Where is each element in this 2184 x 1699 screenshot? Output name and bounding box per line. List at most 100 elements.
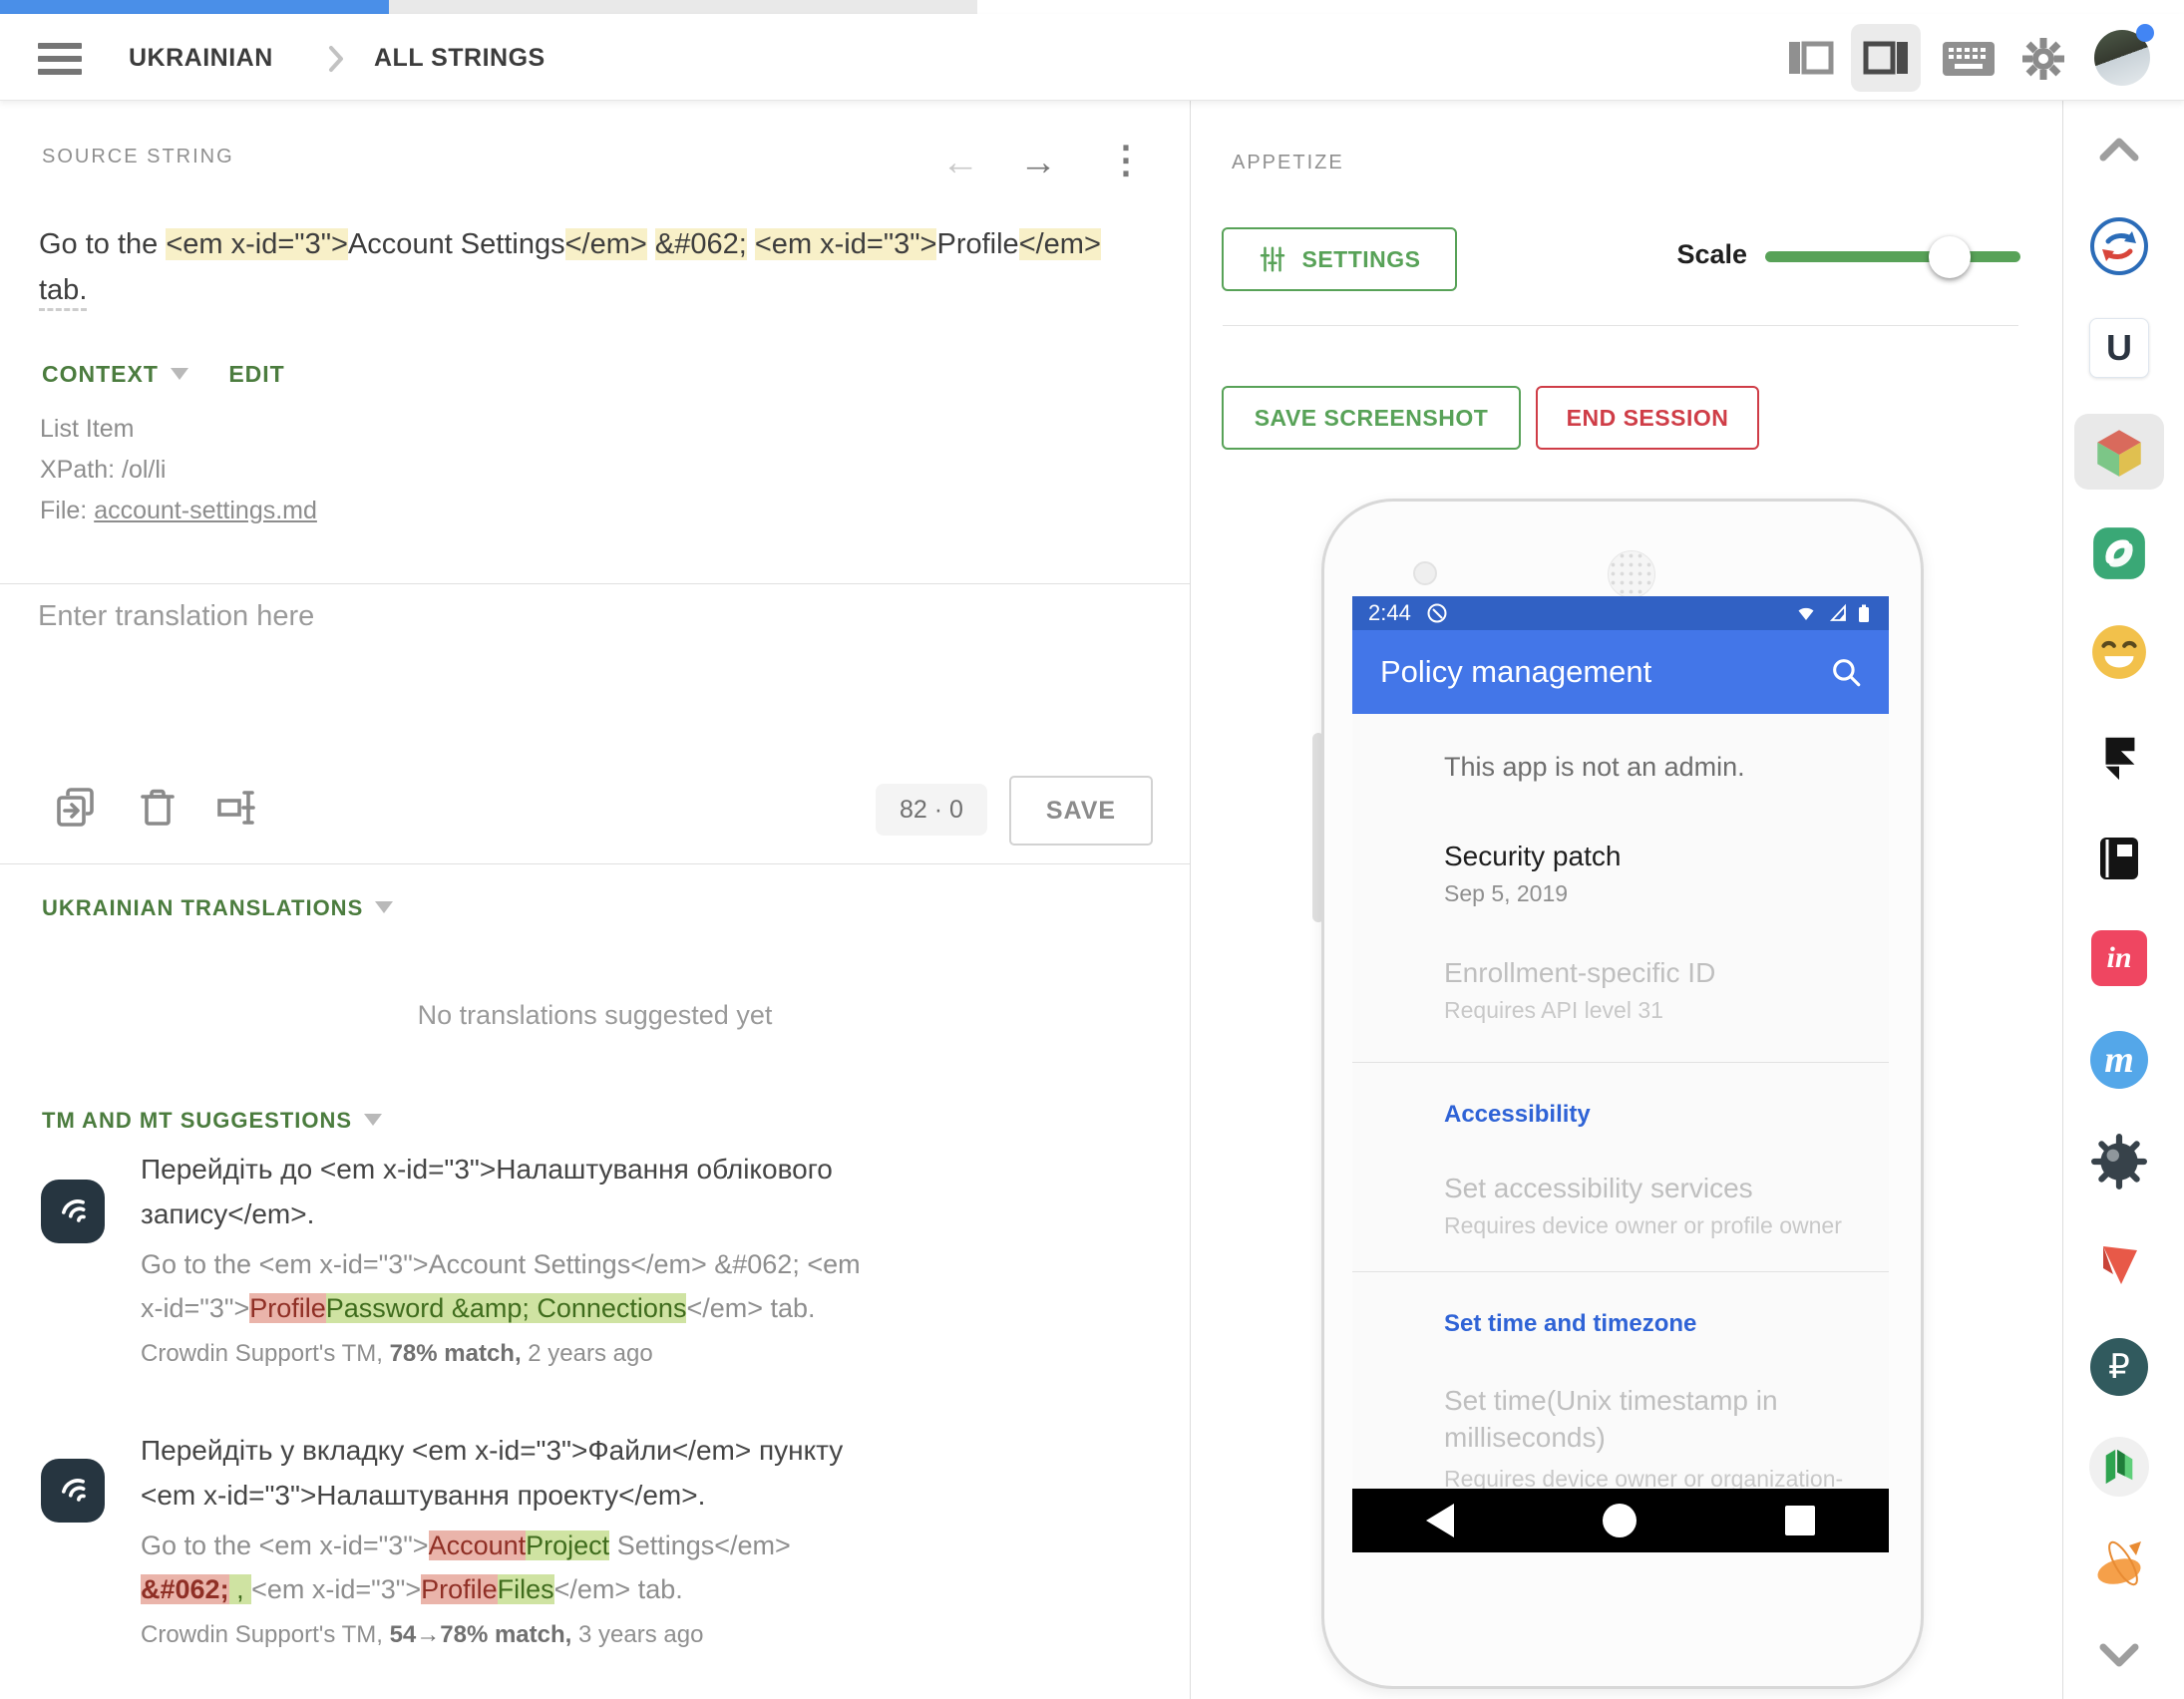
medium-icon[interactable]	[2087, 1435, 2151, 1499]
settings-button-label: SETTINGS	[1301, 246, 1420, 273]
context-xpath: XPath: /ol/li	[40, 450, 317, 491]
red-arrow-icon[interactable]	[2087, 1230, 2151, 1294]
phone-app-title: Policy management	[1380, 654, 1829, 690]
notification-dot	[2136, 24, 2154, 42]
no-translations-message: No translations suggested yet	[0, 1000, 1190, 1031]
crowdin-logo-icon	[41, 1180, 105, 1243]
collapse-down-icon[interactable]	[2087, 1623, 2151, 1687]
proto-p-icon[interactable]: ₽	[2087, 1335, 2151, 1399]
scale-slider-thumb[interactable]	[1929, 236, 1971, 278]
menu-icon[interactable]	[38, 36, 82, 82]
layout-left-icon[interactable]	[1788, 40, 1834, 76]
page-load-progress-track	[0, 0, 977, 14]
save-button[interactable]: SAVE	[1009, 776, 1153, 846]
layout-right-icon	[1863, 40, 1909, 76]
phone-content: This app is not an admin. Security patch…	[1352, 714, 1889, 1489]
battery-icon	[1855, 601, 1873, 625]
char-counter: 82 · 0	[876, 784, 987, 836]
search-icon[interactable]	[1829, 655, 1863, 689]
section-header: Set time and timezone	[1444, 1310, 1863, 1338]
list-item[interactable]: Enrollment-specific ID Requires API leve…	[1444, 957, 1863, 1024]
context-body: List Item XPath: /ol/li File: account-se…	[40, 409, 317, 531]
crowdin-logo-icon	[41, 1459, 105, 1523]
keyboard-icon[interactable]	[1943, 42, 1995, 76]
recents-icon[interactable]	[1785, 1506, 1815, 1535]
invision-icon[interactable]: in	[2087, 926, 2151, 990]
settings-button[interactable]: SETTINGS	[1222, 227, 1457, 291]
translations-collapse-icon[interactable]	[375, 901, 393, 913]
sidebar-divider	[2062, 100, 2063, 1699]
suggestion-target-text: Перейдіть у вкладку <em x-id="3">Файли</…	[141, 1428, 874, 1518]
u-tile-icon[interactable]: U	[2087, 316, 2151, 380]
notebook-icon[interactable]	[2087, 827, 2151, 890]
page-load-progress-fill	[0, 0, 389, 14]
suggestion-source-diff: Go to the <em x-id="3">Account Settings<…	[141, 1242, 874, 1330]
breadcrumb-all-strings[interactable]: ALL STRINGS	[374, 44, 546, 73]
collapse-up-icon[interactable]	[2087, 118, 2151, 181]
android-q-icon	[1425, 601, 1449, 625]
home-icon[interactable]	[1603, 1504, 1637, 1537]
tm-suggestion-icon	[41, 1180, 105, 1243]
smiley-icon[interactable]	[2087, 620, 2151, 684]
layout-right-toggle[interactable]	[1851, 24, 1921, 92]
scale-slider-track[interactable]	[1765, 251, 2020, 262]
tm-header[interactable]: TM AND MT SUGGESTIONS	[42, 1108, 382, 1134]
phone-camera	[1413, 561, 1437, 585]
appetize-title: APPETIZE	[1232, 152, 1344, 174]
status-time: 2:44	[1368, 600, 1411, 626]
admin-notice: This app is not an admin.	[1444, 752, 1863, 783]
scale-label: Scale	[1663, 239, 1747, 270]
zeplin-icon[interactable]	[2087, 1533, 2151, 1597]
wifi-icon	[1793, 601, 1819, 625]
context-collapse-icon[interactable]	[171, 368, 188, 380]
list-item[interactable]: Set accessibility services Requires devi…	[1444, 1173, 1863, 1239]
tm-suggestion[interactable]: Перейдіть у вкладку <em x-id="3">Файли</…	[141, 1428, 874, 1649]
prev-string-button[interactable]: ←	[941, 142, 979, 184]
marvel-icon[interactable]: m	[2087, 1028, 2151, 1092]
copy-source-icon[interactable]	[52, 784, 100, 832]
breadcrumb-language[interactable]: UKRAINIAN	[129, 44, 273, 73]
context-file-link[interactable]: account-settings.md	[94, 497, 317, 524]
translation-input[interactable]	[36, 598, 1147, 762]
tm-collapse-icon[interactable]	[364, 1114, 382, 1126]
replace-text-icon[interactable]	[213, 784, 261, 832]
list-divider	[1352, 1062, 1889, 1063]
tm-suggestion-icon	[41, 1459, 105, 1523]
divider	[1223, 325, 2018, 326]
next-string-button[interactable]: →	[1019, 142, 1057, 184]
crowdin-editor-window: UKRAINIAN ALL STRINGS	[0, 0, 2184, 1699]
phone-navbar	[1352, 1489, 1889, 1552]
context-header: CONTEXT EDIT	[42, 361, 285, 388]
suggestion-target-text: Перейдіть до <em x-id="3">Налаштування о…	[141, 1147, 874, 1236]
tm-title: TM AND MT SUGGESTIONS	[42, 1108, 352, 1133]
breadcrumb-chevron-icon	[325, 44, 347, 74]
back-icon[interactable]	[1426, 1504, 1454, 1537]
list-item[interactable]: Security patch Sep 5, 2019	[1444, 841, 1863, 907]
list-divider	[1352, 1271, 1889, 1272]
panel-divider	[1190, 100, 1191, 1699]
phone-screen[interactable]: 2:44 Policy management	[1352, 596, 1889, 1552]
appetize-cube-icon[interactable]	[2087, 420, 2151, 484]
tm-suggestion[interactable]: Перейдіть до <em x-id="3">Налаштування о…	[141, 1147, 874, 1368]
end-session-button[interactable]: END SESSION	[1536, 386, 1759, 450]
context-label[interactable]: CONTEXT	[42, 361, 159, 387]
suggestion-source-diff: Go to the <em x-id="3">AccountProject Se…	[141, 1524, 874, 1611]
sliders-icon	[1258, 244, 1287, 274]
translations-title: UKRAINIAN TRANSLATIONS	[42, 895, 363, 920]
delete-icon[interactable]	[134, 784, 182, 832]
translate-sync-icon[interactable]	[2087, 214, 2151, 278]
divider	[0, 583, 1190, 584]
translations-header[interactable]: UKRAINIAN TRANSLATIONS	[42, 895, 393, 921]
more-options-icon[interactable]: ⋮	[1107, 138, 1145, 182]
context-file: File: account-settings.md	[40, 491, 317, 531]
lookback-icon[interactable]	[2087, 521, 2151, 585]
save-screenshot-button[interactable]: SAVE SCREENSHOT	[1222, 386, 1521, 450]
framer-icon[interactable]	[2087, 725, 2151, 789]
gear-icon[interactable]	[2020, 36, 2066, 82]
source-string-label: SOURCE STRING	[42, 146, 234, 169]
minesweeper-icon[interactable]	[2087, 1130, 2151, 1193]
phone-speaker	[1608, 550, 1655, 598]
source-string-text: Go to the <em x-id="3">Account Settings<…	[39, 221, 1151, 313]
context-edit-button[interactable]: EDIT	[228, 361, 284, 387]
list-item[interactable]: Set time(Unix timestamp in milliseconds)…	[1444, 1382, 1863, 1489]
